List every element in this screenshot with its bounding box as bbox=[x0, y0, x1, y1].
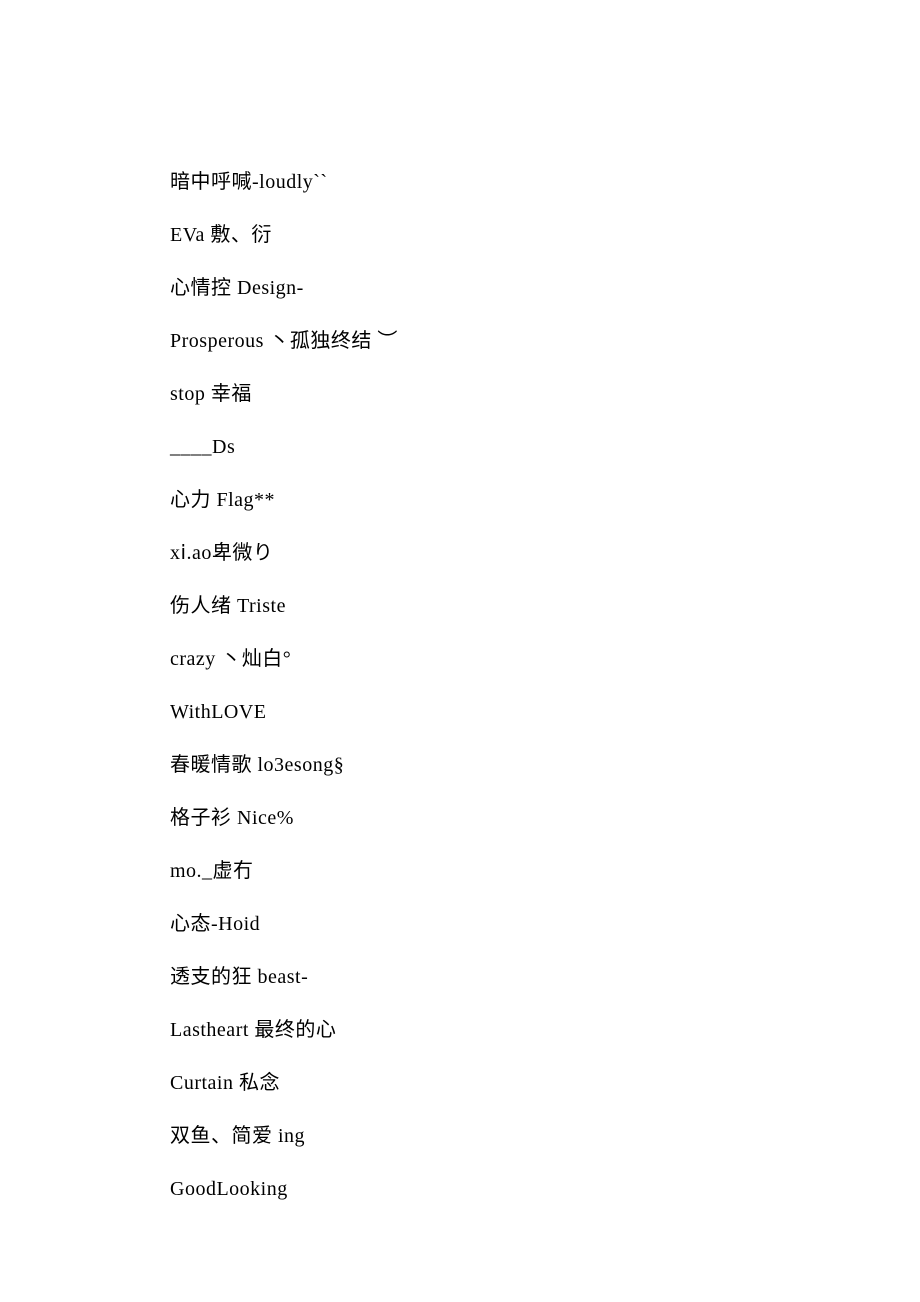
text-line: 透支的狂 beast- bbox=[170, 965, 920, 989]
text-line: 心情控 Design- bbox=[170, 276, 920, 300]
text-line: 伤人绪 Triste bbox=[170, 594, 920, 618]
text-line: WithLOVE bbox=[170, 700, 920, 724]
text-line: EVa 敷、衍 bbox=[170, 223, 920, 247]
text-line: xⅰ.aο卑微り bbox=[170, 541, 920, 565]
text-line: crazy 丶灿白° bbox=[170, 647, 920, 671]
text-line: 心力 Flag** bbox=[170, 488, 920, 512]
text-line: GoodLooking bbox=[170, 1177, 920, 1201]
text-line: ____Ds bbox=[170, 435, 920, 459]
text-line: 春暖情歌 lo3esong§ bbox=[170, 753, 920, 777]
text-line: Prosperous 丶孤独终结 ︶ bbox=[170, 329, 920, 353]
text-line: stop 幸福 bbox=[170, 382, 920, 406]
text-line: Curtain 私念 bbox=[170, 1071, 920, 1095]
text-line: mo._虚冇 bbox=[170, 859, 920, 883]
text-line: 暗中呼喊-loudly`` bbox=[170, 170, 920, 194]
text-line: Lastheart 最终的心 bbox=[170, 1018, 920, 1042]
text-line: 心态-Hoid bbox=[170, 912, 920, 936]
text-line: 双鱼、简爱 ing bbox=[170, 1124, 920, 1148]
text-line: 格子衫 Nice% bbox=[170, 806, 920, 830]
document-content: 暗中呼喊-loudly`` EVa 敷、衍 心情控 Design- Prospe… bbox=[170, 170, 920, 1201]
